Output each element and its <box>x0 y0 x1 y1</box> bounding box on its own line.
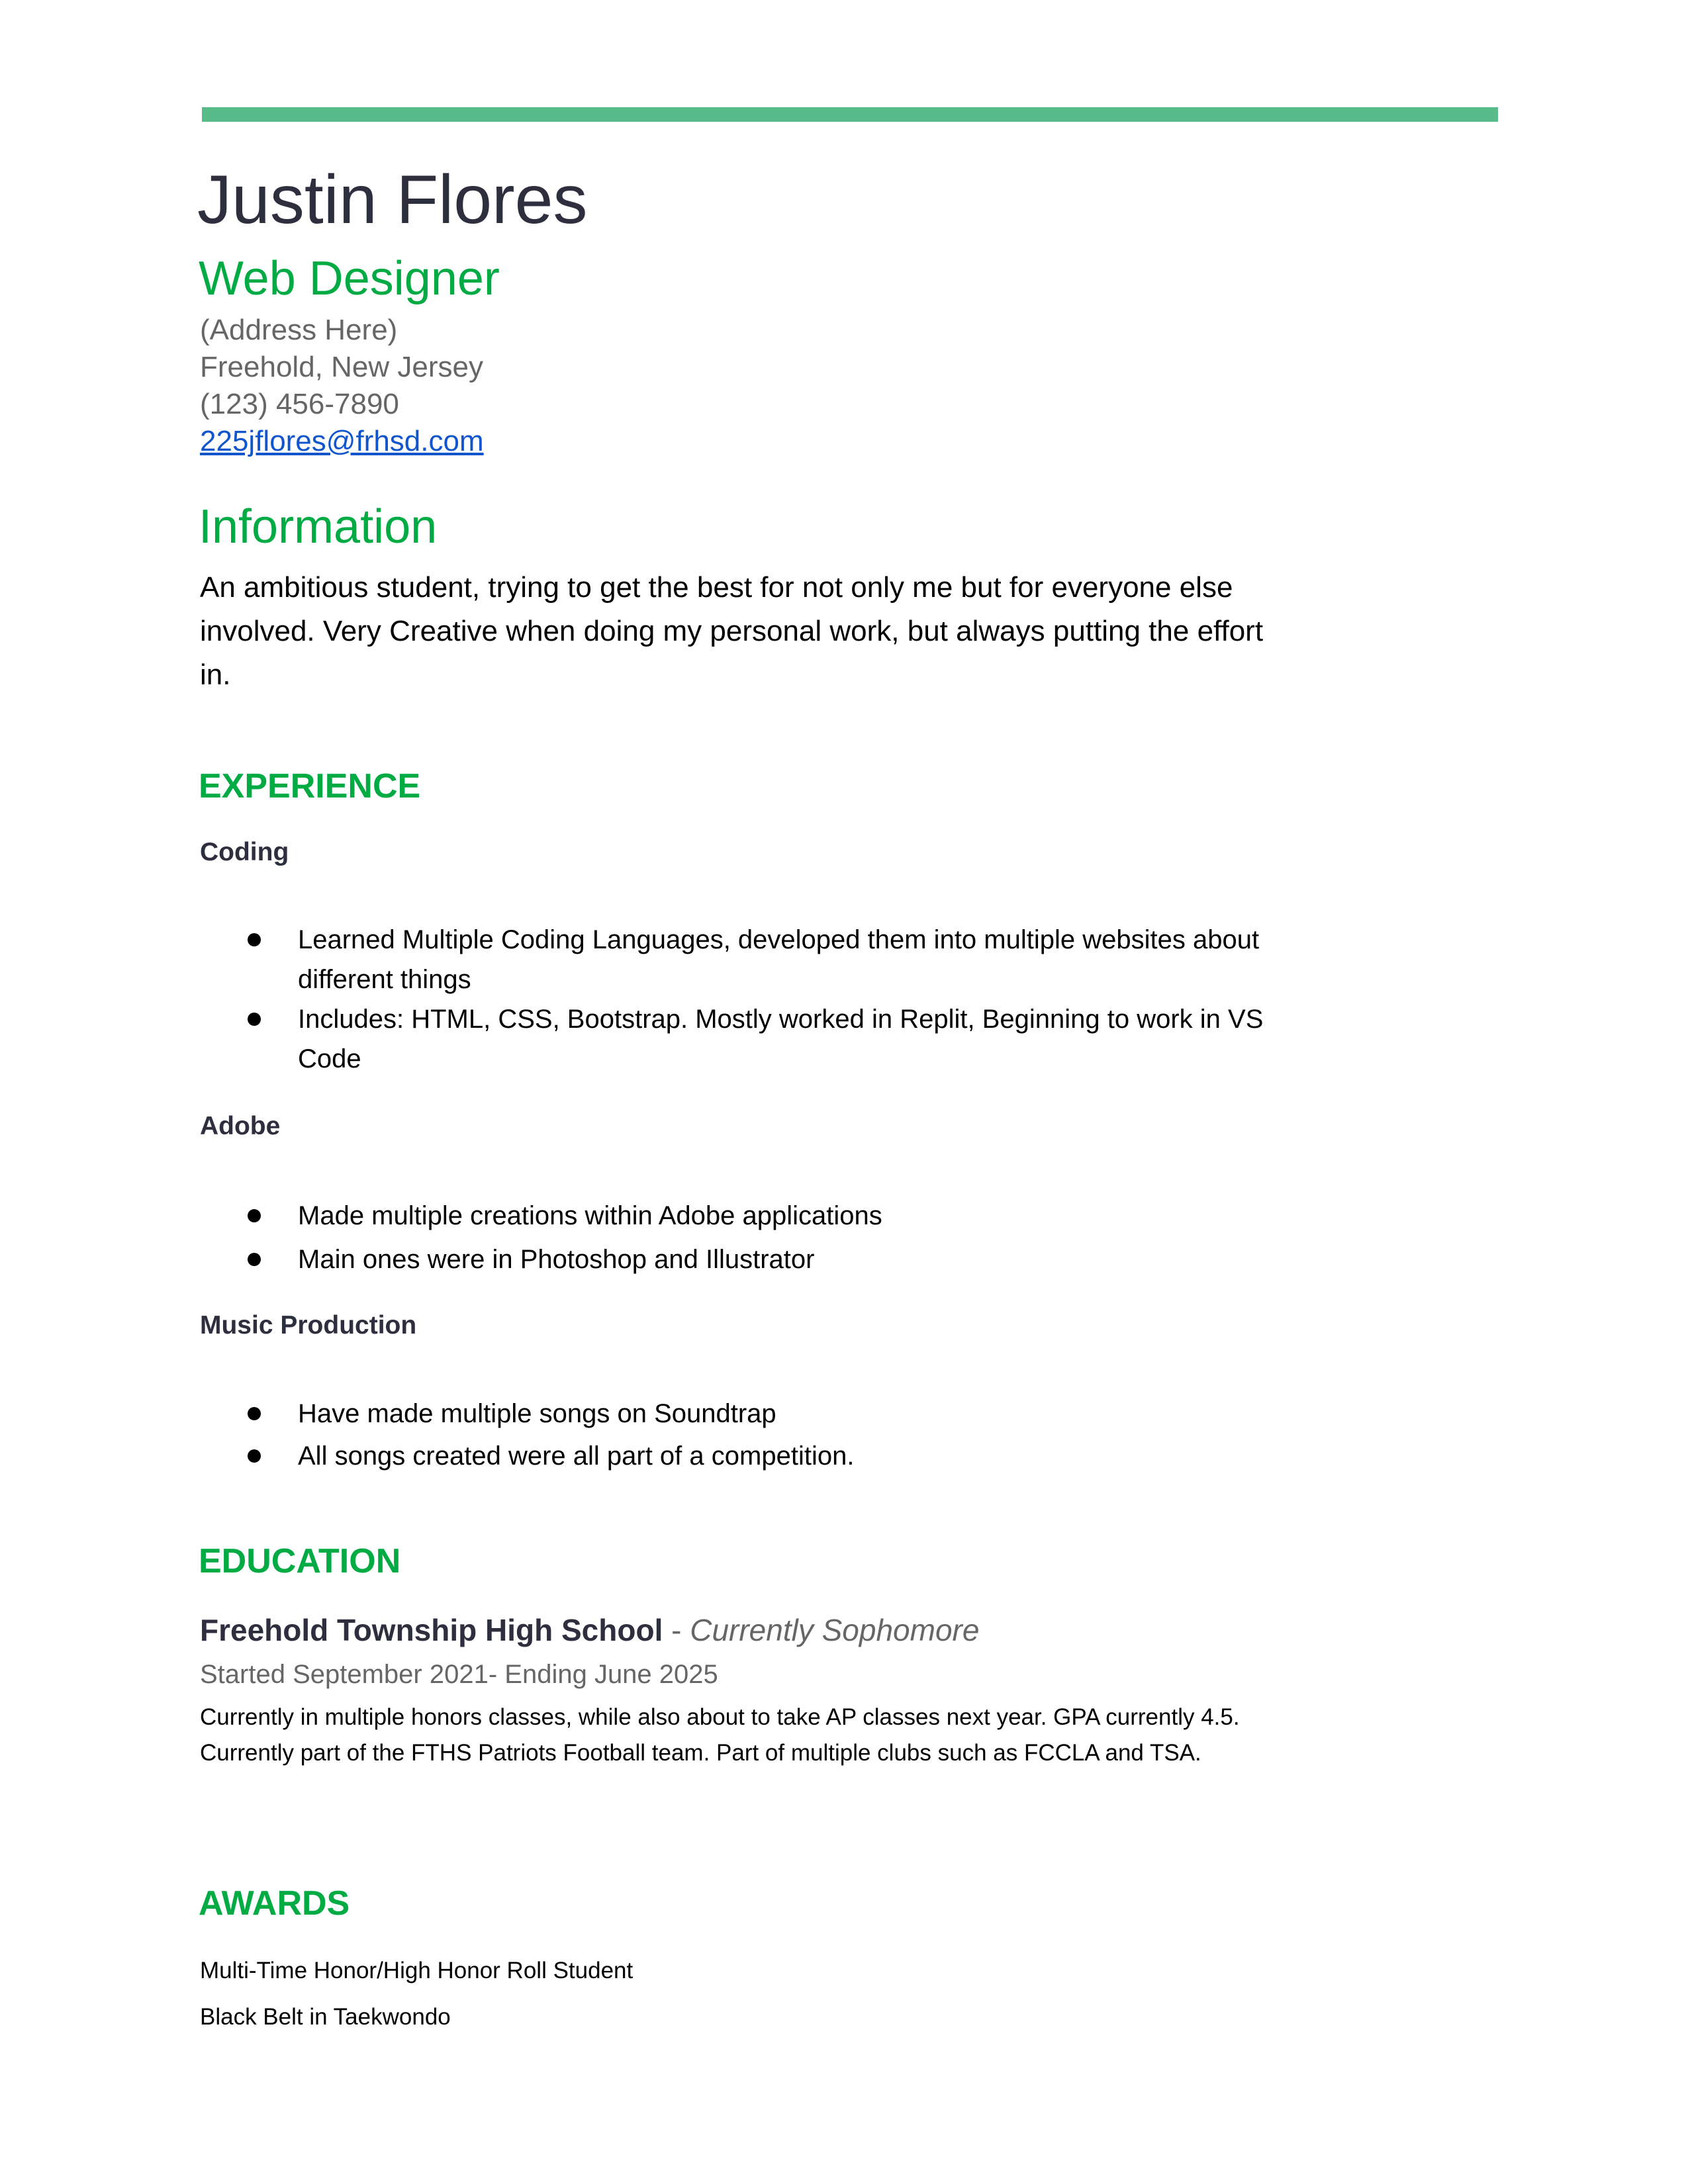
list-item: Learned Multiple Coding Languages, devel… <box>200 920 1286 999</box>
email-link[interactable]: 225jflores@frhsd.com <box>200 427 484 456</box>
list-item: Have made multiple songs on Soundtrap <box>200 1392 1286 1435</box>
list-item-text: Made multiple creations within Adobe app… <box>298 1201 882 1230</box>
bullet-icon <box>248 1253 261 1266</box>
list-item-text: Learned Multiple Coding Languages, devel… <box>298 925 1260 994</box>
information-heading: Information <box>199 500 438 553</box>
experience-group-title-coding: Coding <box>200 838 289 866</box>
bullet-icon <box>248 1013 261 1026</box>
school-name: Freehold Township High School <box>200 1613 663 1647</box>
top-accent-rule <box>202 107 1498 122</box>
bullet-icon <box>248 1407 261 1420</box>
address-line: (Address Here) <box>200 314 398 346</box>
list-item-text: Includes: HTML, CSS, Bootstrap. Mostly w… <box>298 1005 1264 1073</box>
experience-group-title-music: Music Production <box>200 1311 417 1340</box>
list-item: All songs created were all part of a com… <box>200 1435 1286 1477</box>
list-item: Main ones were in Photoshop and Illustra… <box>200 1238 1286 1281</box>
list-item: Includes: HTML, CSS, Bootstrap. Mostly w… <box>200 999 1286 1079</box>
school-status: Currently Sophomore <box>690 1613 980 1647</box>
bullet-icon <box>248 933 261 946</box>
experience-heading: EXPERIENCE <box>199 767 421 805</box>
award-item: Black Belt in Taekwondo <box>200 2004 451 2030</box>
phone-number: (123) 456-7890 <box>200 388 399 420</box>
education-description: Currently in multiple honors classes, wh… <box>200 1704 1240 1766</box>
adobe-bullet-list: Made multiple creations within Adobe app… <box>200 1194 1286 1281</box>
education-dates: Started September 2021- Ending June 2025 <box>200 1660 718 1689</box>
awards-heading: AWARDS <box>199 1884 350 1923</box>
bullet-icon <box>248 1449 261 1463</box>
list-item-text: Main ones were in Photoshop and Illustra… <box>298 1245 815 1274</box>
city-line: Freehold, New Jersey <box>200 351 483 383</box>
education-heading: EDUCATION <box>199 1542 401 1580</box>
coding-bullet-list: Learned Multiple Coding Languages, devel… <box>200 920 1286 1079</box>
information-text: An ambitious student, trying to get the … <box>200 571 1264 691</box>
music-bullet-list: Have made multiple songs on Soundtrap Al… <box>200 1392 1286 1477</box>
list-item-text: All songs created were all part of a com… <box>298 1441 855 1471</box>
job-title: Web Designer <box>199 252 500 305</box>
school-separator: - <box>663 1613 690 1647</box>
list-item: Made multiple creations within Adobe app… <box>200 1194 1286 1238</box>
experience-group-title-adobe: Adobe <box>200 1112 281 1140</box>
list-item-text: Have made multiple songs on Soundtrap <box>298 1399 776 1428</box>
school-line: Freehold Township High School - Currentl… <box>200 1615 979 1645</box>
candidate-name: Justin Flores <box>197 161 588 238</box>
award-item: Multi-Time Honor/High Honor Roll Student <box>200 1958 633 1983</box>
bullet-icon <box>248 1209 261 1222</box>
